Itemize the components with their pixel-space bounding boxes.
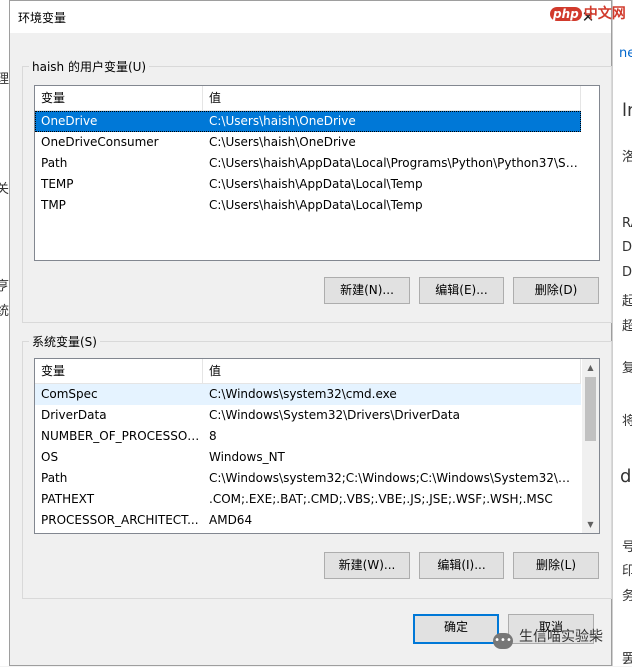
table-row[interactable]: ComSpec C:\Windows\system32\cmd.exe bbox=[35, 384, 581, 405]
background-fragment: 印 bbox=[622, 564, 632, 579]
variable-name: TMP bbox=[41, 198, 66, 212]
variable-name: PATHEXT bbox=[41, 492, 95, 506]
window-title: 环境变量 bbox=[18, 11, 67, 25]
vertical-scrollbar[interactable]: ▲ ▼ bbox=[582, 359, 599, 533]
variable-value: 8 bbox=[209, 429, 217, 443]
background-fragment: d bbox=[620, 466, 632, 487]
background-fragment: D bbox=[622, 240, 632, 255]
variable-value: C:\Windows\system32\cmd.exe bbox=[209, 387, 397, 401]
system-variables-list[interactable]: 变量 值 ComSpec C:\Windows\system32\cmd.exe D… bbox=[34, 358, 600, 534]
background-fragment: 洛 bbox=[622, 150, 632, 165]
background-fragment: D bbox=[622, 265, 632, 280]
table-row[interactable]: Path C:\Windows\system32;C:\Windows;C:\Wi… bbox=[35, 468, 581, 489]
column-header-variable[interactable]: 变量 bbox=[35, 86, 203, 110]
variable-name: NUMBER_OF_PROCESSORS bbox=[41, 429, 203, 443]
background-fragment: 将 bbox=[622, 414, 632, 429]
variable-value: .COM;.EXE;.BAT;.CMD;.VBS;.VBE;.JS;.JSE;.… bbox=[209, 492, 553, 506]
background-fragment: 罢 bbox=[622, 652, 632, 667]
variable-name: TEMP bbox=[41, 177, 74, 191]
variable-name: OneDrive bbox=[41, 114, 98, 128]
column-header-value[interactable]: 值 bbox=[203, 86, 581, 110]
user-new-button[interactable]: 新建(N)... bbox=[324, 277, 410, 304]
table-row[interactable]: OneDrive C:\Users\haish\OneDrive bbox=[35, 111, 581, 132]
system-variables-legend: 系统变量(S) bbox=[32, 335, 97, 349]
column-header-variable[interactable]: 变量 bbox=[35, 359, 203, 383]
ok-button[interactable]: 确定 bbox=[413, 614, 499, 644]
background-fragment: ln bbox=[622, 100, 632, 121]
scroll-down-icon[interactable]: ▼ bbox=[582, 516, 599, 533]
variable-value: C:\Users\haish\AppData\Local\Programs\Py… bbox=[209, 156, 581, 170]
background-fragment: 号 bbox=[622, 540, 632, 555]
variable-value: C:\Users\haish\OneDrive bbox=[209, 135, 356, 149]
background-fragment: 务 bbox=[622, 589, 632, 604]
variable-value: C:\Windows\System32\Drivers\DriverData bbox=[209, 408, 460, 422]
system-delete-button[interactable]: 删除(L) bbox=[513, 552, 599, 579]
table-row[interactable]: TEMP C:\Users\haish\AppData\Local\Temp bbox=[35, 174, 581, 195]
list-header: 变量 值 bbox=[35, 86, 581, 111]
table-row[interactable]: OS Windows_NT bbox=[35, 447, 581, 468]
background-fragment: 亨 bbox=[0, 279, 10, 294]
variable-value: C:\Windows\system32;C:\Windows;C:\Window… bbox=[209, 471, 581, 485]
list-header: 变量 值 bbox=[35, 359, 581, 384]
table-row[interactable]: OneDriveConsumer C:\Users\haish\OneDrive bbox=[35, 132, 581, 153]
watermark-logo: php 中文网 bbox=[550, 3, 626, 23]
column-header-value[interactable]: 值 bbox=[203, 359, 581, 383]
background-fragment: RA bbox=[622, 216, 632, 231]
user-variables-legend: haish 的用户变量(U) bbox=[32, 60, 147, 74]
scrollbar-thumb[interactable] bbox=[585, 377, 596, 441]
table-row[interactable]: PROCESSOR_ARCHITECT... AMD64 bbox=[35, 510, 581, 531]
user-variables-list[interactable]: 变量 值 OneDrive C:\Users\haish\OneDrive OneD… bbox=[34, 85, 600, 261]
table-row[interactable]: Path C:\Users\haish\AppData\Local\Program… bbox=[35, 153, 581, 174]
background-fragment: 超 bbox=[622, 319, 632, 334]
variable-name: Path bbox=[41, 471, 68, 485]
environment-variables-dialog: 环境变量 ✕ php 中文网 haish 的用户变量(U) 变量 值 OneDri… bbox=[9, 0, 626, 666]
user-edit-button[interactable]: 编辑(E)... bbox=[419, 277, 504, 304]
table-row[interactable]: PATHEXT .COM;.EXE;.BAT;.CMD;.VBS;.VBE;.JS… bbox=[35, 489, 581, 510]
variable-name: PROCESSOR_ARCHITECT... bbox=[41, 513, 199, 527]
wechat-watermark: ••• 生信喵实验柴 bbox=[493, 626, 603, 649]
variable-value: Windows_NT bbox=[209, 450, 285, 464]
background-fragment: ne bbox=[619, 46, 632, 61]
variable-name: ComSpec bbox=[41, 387, 98, 401]
system-new-button[interactable]: 新建(W)... bbox=[324, 552, 410, 579]
background-fragment: 起 bbox=[622, 294, 632, 309]
variable-value: C:\Users\haish\AppData\Local\Temp bbox=[209, 177, 423, 191]
variable-value: C:\Users\haish\OneDrive bbox=[209, 114, 356, 128]
title-bar[interactable]: 环境变量 ✕ bbox=[10, 1, 611, 33]
wechat-icon: ••• bbox=[493, 633, 513, 649]
background-fragment: 复 bbox=[622, 361, 632, 376]
system-edit-button[interactable]: 编辑(I)... bbox=[419, 552, 504, 579]
variable-name: Path bbox=[41, 156, 68, 170]
variable-name: OneDriveConsumer bbox=[41, 135, 159, 149]
variable-name: OS bbox=[41, 450, 59, 464]
variable-value: AMD64 bbox=[209, 513, 253, 527]
scroll-up-icon[interactable]: ▲ bbox=[582, 359, 599, 376]
variable-name: DriverData bbox=[41, 408, 107, 422]
table-row[interactable]: NUMBER_OF_PROCESSORS 8 bbox=[35, 426, 581, 447]
user-delete-button[interactable]: 删除(D) bbox=[513, 277, 599, 304]
variable-value: C:\Users\haish\AppData\Local\Temp bbox=[209, 198, 423, 212]
table-row[interactable]: DriverData C:\Windows\System32\Drivers\Dr… bbox=[35, 405, 581, 426]
background-fragment: 统 bbox=[0, 304, 10, 319]
background-fragment: 关 bbox=[0, 182, 10, 197]
background-fragment: 理 bbox=[0, 72, 10, 87]
table-row[interactable]: TMP C:\Users\haish\AppData\Local\Temp bbox=[35, 195, 581, 216]
